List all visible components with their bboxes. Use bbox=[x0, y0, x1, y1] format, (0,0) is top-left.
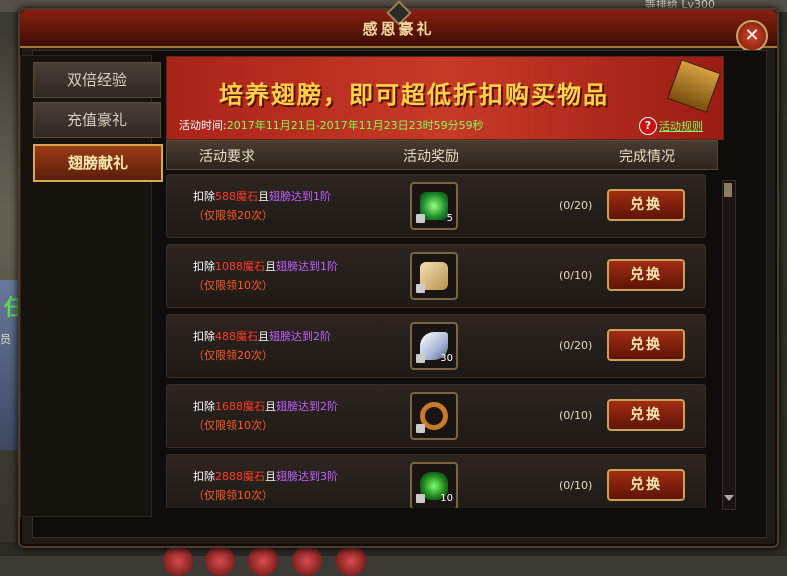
window-title: 感恩豪礼 bbox=[362, 20, 435, 38]
close-button[interactable]: ✕ bbox=[736, 20, 768, 52]
req-cost: 588魔石 bbox=[215, 190, 258, 203]
req-condition: 翅膀达到1阶 bbox=[269, 190, 331, 203]
req-condition: 翅膀达到1阶 bbox=[276, 260, 338, 273]
tab-recharge-gift[interactable]: 充值豪礼 bbox=[33, 102, 161, 138]
gift-box-icon bbox=[667, 59, 721, 113]
exchange-button[interactable]: 兑换 bbox=[607, 259, 685, 291]
item-quantity: 5 bbox=[446, 213, 453, 224]
completion-progress: (0/20) bbox=[559, 339, 593, 352]
lock-icon bbox=[416, 284, 425, 293]
reward-item[interactable]: 5 bbox=[410, 182, 458, 230]
banner-title: 培养翅膀，即可超低折扣购买物品 bbox=[219, 80, 609, 109]
lock-icon bbox=[416, 494, 425, 503]
skill-orb[interactable] bbox=[163, 546, 193, 576]
req-cost: 488魔石 bbox=[215, 330, 258, 343]
title-bar: 感恩豪礼 bbox=[20, 0, 777, 48]
req-condition: 翅膀达到2阶 bbox=[276, 400, 338, 413]
tab-wing-gift[interactable]: 翅膀献礼 bbox=[33, 144, 163, 182]
reward-item[interactable] bbox=[410, 392, 458, 440]
exchange-button[interactable]: 兑换 bbox=[607, 329, 685, 361]
requirement-text: 扣除1088魔石且翅膀达到1阶 bbox=[193, 258, 338, 274]
skill-orb[interactable] bbox=[336, 546, 366, 576]
limit-text: （仅限领20次） bbox=[193, 349, 273, 362]
requirement-text: 扣除1688魔石且翅膀达到2阶 bbox=[193, 398, 338, 414]
lock-icon bbox=[416, 354, 425, 363]
header-requirement: 活动要求 bbox=[199, 149, 255, 165]
completion-progress: (0/20) bbox=[559, 199, 593, 212]
background-text: 员 bbox=[0, 333, 11, 346]
req-prefix: 扣除 bbox=[193, 470, 215, 483]
table-row: 扣除1088魔石且翅膀达到1阶 （仅限领10次） (0/10) 兑换 bbox=[166, 244, 706, 308]
requirement-text: 扣除588魔石且翅膀达到1阶 bbox=[193, 188, 331, 204]
event-time-label: 活动时间: bbox=[179, 119, 227, 132]
limit-text: （仅限领10次） bbox=[193, 489, 273, 502]
reward-item[interactable]: 10 bbox=[410, 462, 458, 508]
req-prefix: 扣除 bbox=[193, 330, 215, 343]
req-cost: 2888魔石 bbox=[215, 470, 265, 483]
skill-orb[interactable] bbox=[248, 546, 278, 576]
skill-orb[interactable] bbox=[205, 546, 235, 576]
req-prefix: 扣除 bbox=[193, 190, 215, 203]
event-banner: 培养翅膀，即可超低折扣购买物品 活动时间:2017年11月21日-2017年11… bbox=[166, 56, 724, 140]
event-time: 活动时间:2017年11月21日-2017年11月23日23时59分59秒 bbox=[179, 117, 484, 133]
table-header: 活动要求 活动奖励 完成情况 bbox=[166, 140, 718, 170]
tab-double-exp[interactable]: 双倍经验 bbox=[33, 62, 161, 98]
req-mid: 且 bbox=[265, 400, 276, 413]
scroll-down-icon[interactable] bbox=[724, 495, 734, 501]
completion-progress: (0/10) bbox=[559, 409, 593, 422]
req-mid: 且 bbox=[258, 190, 269, 203]
req-mid: 且 bbox=[265, 260, 276, 273]
lock-icon bbox=[416, 214, 425, 223]
table-row: 扣除588魔石且翅膀达到1阶 （仅限领20次） 5 (0/20) 兑换 bbox=[166, 174, 706, 238]
requirement-text: 扣除2888魔石且翅膀达到3阶 bbox=[193, 468, 338, 484]
lock-icon bbox=[416, 424, 425, 433]
req-condition: 翅膀达到2阶 bbox=[269, 330, 331, 343]
reward-item[interactable]: 30 bbox=[410, 322, 458, 370]
table-row: 扣除488魔石且翅膀达到2阶 （仅限领20次） 30 (0/20) 兑换 bbox=[166, 314, 706, 378]
exchange-button[interactable]: 兑换 bbox=[607, 469, 685, 501]
completion-progress: (0/10) bbox=[559, 269, 593, 282]
requirement-text: 扣除488魔石且翅膀达到2阶 bbox=[193, 328, 331, 344]
req-cost: 1088魔石 bbox=[215, 260, 265, 273]
reward-item[interactable] bbox=[410, 252, 458, 300]
exchange-button[interactable]: 兑换 bbox=[607, 189, 685, 221]
header-reward: 活动奖励 bbox=[403, 149, 459, 165]
table-row: 扣除1688魔石且翅膀达到2阶 （仅限领10次） (0/10) 兑换 bbox=[166, 384, 706, 448]
item-quantity: 30 bbox=[440, 353, 453, 364]
req-prefix: 扣除 bbox=[193, 400, 215, 413]
req-mid: 且 bbox=[258, 330, 269, 343]
req-mid: 且 bbox=[265, 470, 276, 483]
table-row: 扣除2888魔石且翅膀达到3阶 （仅限领10次） 10 (0/10) 兑换 bbox=[166, 454, 706, 508]
limit-text: （仅限领10次） bbox=[193, 419, 273, 432]
skill-orb[interactable] bbox=[292, 546, 322, 576]
item-quantity: 10 bbox=[440, 493, 453, 504]
scroll-thumb[interactable] bbox=[724, 183, 732, 197]
limit-text: （仅限领20次） bbox=[193, 209, 273, 222]
req-condition: 翅膀达到3阶 bbox=[276, 470, 338, 483]
scrollbar[interactable] bbox=[722, 180, 736, 510]
sidebar: 双倍经验 充值豪礼 翅膀献礼 bbox=[20, 55, 163, 517]
header-status: 完成情况 bbox=[619, 149, 675, 165]
req-prefix: 扣除 bbox=[193, 260, 215, 273]
rules-link[interactable]: 活动规则 bbox=[659, 118, 703, 134]
exchange-button[interactable]: 兑换 bbox=[607, 399, 685, 431]
event-time-value: 2017年11月21日-2017年11月23日23时59分59秒 bbox=[226, 119, 484, 132]
reward-list: 扣除588魔石且翅膀达到1阶 （仅限领20次） 5 (0/20) 兑换 扣除10… bbox=[166, 172, 716, 508]
limit-text: （仅限领10次） bbox=[193, 279, 273, 292]
completion-progress: (0/10) bbox=[559, 479, 593, 492]
help-icon[interactable]: ? bbox=[639, 117, 657, 135]
close-icon: ✕ bbox=[744, 25, 760, 46]
req-cost: 1688魔石 bbox=[215, 400, 265, 413]
